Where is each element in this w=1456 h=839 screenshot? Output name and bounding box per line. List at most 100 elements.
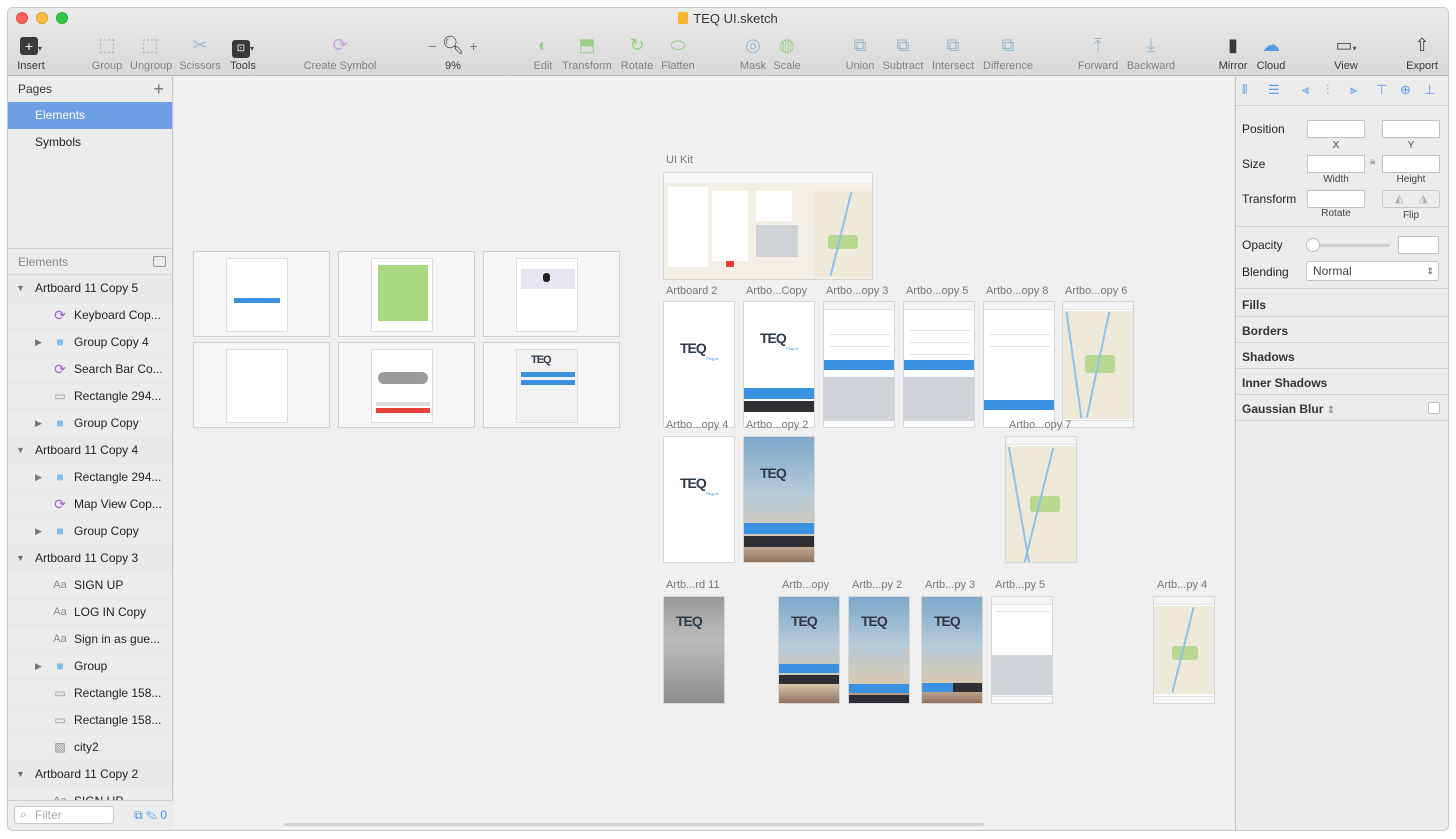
artboard-label[interactable]: Artboard 2 [666, 285, 717, 297]
artboard-label[interactable]: Artb...rd 11 [666, 579, 720, 591]
align-right-icon[interactable]: ⫸ [1350, 82, 1357, 98]
artboard-splash-3[interactable]: TEQ [921, 596, 983, 704]
difference-button[interactable]: ⧉ Difference [982, 34, 1034, 72]
artboard-label[interactable]: Artb...py 2 [852, 579, 902, 591]
distribute-vertical-icon[interactable]: ☰ [1268, 82, 1280, 98]
tools-button[interactable]: ⊡ ▾ Tools [228, 34, 258, 72]
cloud-button[interactable]: ☁ Cloud [1256, 34, 1286, 72]
create-symbol-button[interactable]: ⟳ Create Symbol [302, 34, 378, 72]
fills-section[interactable]: Fills [1242, 298, 1266, 312]
artboard-label[interactable]: Artb...opy [782, 579, 829, 591]
filter-tools[interactable]: ⧉ ✎ 0 [134, 808, 167, 823]
insert-button[interactable]: + ▾ Insert [14, 34, 48, 72]
scale-button[interactable]: ◍ Scale [772, 34, 802, 72]
layer-row[interactable]: ▶ ■ Group Copy [8, 518, 172, 545]
rotate-button[interactable]: ↻ Rotate [620, 34, 654, 72]
disclosure-triangle-icon[interactable]: ▼ [16, 275, 25, 301]
layer-row[interactable]: ▶ ■ Group [8, 653, 172, 680]
artboard-label-ui-kit[interactable]: UI Kit [666, 154, 693, 166]
horizontal-scrollbar[interactable] [284, 823, 984, 826]
artboard-label[interactable]: Artb...py 5 [995, 579, 1045, 591]
ungroup-button[interactable]: ⬚ Ungroup [130, 34, 172, 72]
artboard-label[interactable]: Artbo...opy 3 [826, 285, 888, 297]
opacity-slider-knob[interactable] [1306, 238, 1320, 252]
layer-row[interactable]: ▧ city2 [8, 734, 172, 761]
group-button[interactable]: ⬚ Group [90, 34, 124, 72]
artboard-screenshot[interactable] [193, 342, 330, 428]
forward-button[interactable]: ⤒ Forward [1076, 34, 1120, 72]
artboard-search[interactable] [991, 596, 1053, 704]
artboard-copy-4[interactable]: TEQ Plug in [663, 436, 735, 563]
transform-button[interactable]: ⬒ Transform [562, 34, 612, 72]
layer-row[interactable]: ▭ Rectangle 158... [8, 680, 172, 707]
artboard-splash-1[interactable]: TEQ [778, 596, 840, 704]
artboard-label[interactable]: Artbo...opy 7 [1009, 419, 1071, 431]
blending-select[interactable]: Normal ⇕ [1306, 261, 1439, 281]
artboard-11[interactable]: TEQ [663, 596, 725, 704]
artboard-map[interactable] [1062, 301, 1134, 428]
artboard-screenshot[interactable] [338, 342, 475, 428]
layer-row[interactable]: Aa SIGN UP [8, 572, 172, 599]
artboard-layer[interactable]: ▼ Artboard 11 Copy 4 [8, 437, 172, 464]
align-top-icon[interactable]: ⊤ [1376, 82, 1387, 98]
artboard-copy-2[interactable]: TEQ [743, 436, 815, 563]
layer-row[interactable]: ▭ Rectangle 158... [8, 707, 172, 734]
opacity-slider-track[interactable] [1312, 244, 1390, 247]
disclosure-triangle-icon[interactable]: ▶ [35, 518, 42, 544]
distribute-horizontal-icon[interactable]: ⫴ [1242, 82, 1247, 98]
align-center-icon[interactable]: ⫶ [1326, 82, 1329, 98]
artboard-label[interactable]: Artbo...Copy [746, 285, 807, 297]
disclosure-triangle-icon[interactable]: ▶ [35, 329, 42, 355]
artboard-label[interactable]: Artbo...opy 6 [1065, 285, 1127, 297]
collapse-layers-icon[interactable] [153, 256, 166, 267]
zoom-in-button[interactable]: + [469, 38, 477, 54]
artboard-label[interactable]: Artbo...opy 5 [906, 285, 968, 297]
mask-button[interactable]: ◎ Mask [738, 34, 768, 72]
opacity-field[interactable] [1398, 236, 1439, 254]
page-item-symbols[interactable]: Symbols [8, 129, 172, 156]
layer-row[interactable]: ▶ ■ Rectangle 294... [8, 464, 172, 491]
union-button[interactable]: ⧉ Union [842, 34, 878, 72]
shadows-section[interactable]: Shadows [1242, 350, 1295, 364]
disclosure-triangle-icon[interactable]: ▶ [35, 653, 42, 679]
artboard-layer[interactable]: ▼ Artboard 11 Copy 3 [8, 545, 172, 572]
artboard-screenshot[interactable] [483, 251, 620, 337]
artboard-layer[interactable]: ▼ Artboard 11 Copy 5 [8, 275, 172, 302]
backward-button[interactable]: ⤓ Backward [1124, 34, 1178, 72]
layer-row[interactable]: Aa LOG IN Copy [8, 599, 172, 626]
align-left-icon[interactable]: ⫷ [1302, 82, 1309, 98]
position-x-field[interactable] [1307, 120, 1365, 138]
artboard-signup-form[interactable] [903, 301, 975, 428]
edit-button[interactable]: ◐ Edit [530, 34, 556, 72]
mirror-button[interactable]: ▮ Mirror [1216, 34, 1250, 72]
intersect-button[interactable]: ⧉ Intersect [930, 34, 976, 72]
filter-input[interactable]: ⌕ Filter [14, 806, 114, 824]
width-field[interactable] [1307, 155, 1365, 173]
page-item-elements[interactable]: Elements [8, 102, 172, 129]
layer-row[interactable]: ▶ ■ Group Copy 4 [8, 329, 172, 356]
gaussian-blur-section[interactable]: Gaussian Blur ⇕ [1242, 402, 1335, 416]
artboard-label[interactable]: Artb...py 3 [925, 579, 975, 591]
artboard-screenshot[interactable] [338, 251, 475, 337]
layer-row[interactable]: ⟳ Search Bar Co... [8, 356, 172, 383]
zoom-out-button[interactable]: − [428, 38, 436, 54]
disclosure-triangle-icon[interactable]: ▶ [35, 464, 42, 490]
artboard-label[interactable]: Artbo...opy 8 [986, 285, 1048, 297]
gaussian-blur-checkbox[interactable] [1428, 402, 1440, 414]
artboard-copy[interactable]: TEQ Plug in [743, 301, 815, 428]
height-field[interactable] [1382, 155, 1440, 173]
view-button[interactable]: ▭▾ View [1328, 34, 1364, 72]
scissors-button[interactable]: ✂ Scissors [178, 34, 222, 72]
flatten-button[interactable]: ⬭ Flatten [660, 34, 696, 72]
artboard-layer[interactable]: ▼ Artboard 11 Copy 2 [8, 761, 172, 788]
layer-row[interactable]: ⟳ Map View Cop... [8, 491, 172, 518]
artboard-ui-kit[interactable] [663, 172, 873, 280]
artboard-map-2[interactable] [1153, 596, 1215, 704]
disclosure-triangle-icon[interactable]: ▼ [16, 437, 25, 463]
artboard-splash-2[interactable]: TEQ [848, 596, 910, 704]
artboard-login-form[interactable] [823, 301, 895, 428]
flip-vertical-icon[interactable]: ◮ [1419, 192, 1427, 205]
disclosure-triangle-icon[interactable]: ▶ [35, 410, 42, 436]
position-y-field[interactable] [1382, 120, 1440, 138]
rotate-field[interactable] [1307, 190, 1365, 208]
